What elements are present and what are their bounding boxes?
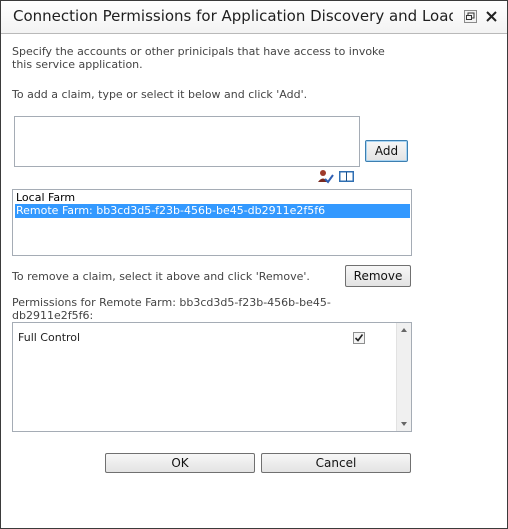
claim-instruction: To add a claim, type or select it below … xyxy=(12,88,308,101)
check-names-icon[interactable] xyxy=(317,169,334,184)
dialog-title: Connection Permissions for Application D… xyxy=(13,7,453,25)
scroll-down-icon[interactable] xyxy=(401,422,407,426)
principals-list[interactable]: Local Farm Remote Farm: bb3cd3d5-f23b-45… xyxy=(12,189,412,256)
title-bar: Connection Permissions for Application D… xyxy=(1,1,507,34)
full-control-checkbox[interactable] xyxy=(353,332,365,344)
close-button[interactable] xyxy=(484,9,499,24)
cancel-button[interactable]: Cancel xyxy=(261,453,411,473)
permissions-list: Full Control xyxy=(12,322,412,432)
remove-button[interactable]: Remove xyxy=(345,265,411,287)
list-item-remote-farm[interactable]: Remote Farm: bb3cd3d5-f23b-456b-be45-db2… xyxy=(15,204,410,218)
permissions-scrollbar[interactable] xyxy=(396,323,411,431)
permission-label-full-control: Full Control xyxy=(18,331,81,344)
connection-permissions-dialog: Connection Permissions for Application D… xyxy=(0,0,508,529)
scroll-up-icon[interactable] xyxy=(401,328,407,332)
restore-button[interactable] xyxy=(464,10,477,23)
claim-input[interactable] xyxy=(14,116,360,167)
close-icon xyxy=(486,11,497,22)
permissions-heading-line2: db2911e2f5f6: xyxy=(12,309,94,322)
intro-text-line2: this service application. xyxy=(12,58,143,71)
ok-button[interactable]: OK xyxy=(105,453,255,473)
list-item-local-farm[interactable]: Local Farm xyxy=(15,191,410,205)
checkmark-icon xyxy=(354,334,364,342)
browse-address-book-icon[interactable] xyxy=(338,169,355,184)
add-button[interactable]: Add xyxy=(365,140,408,162)
restore-icon xyxy=(466,12,475,20)
remove-instruction: To remove a claim, select it above and c… xyxy=(12,270,310,283)
